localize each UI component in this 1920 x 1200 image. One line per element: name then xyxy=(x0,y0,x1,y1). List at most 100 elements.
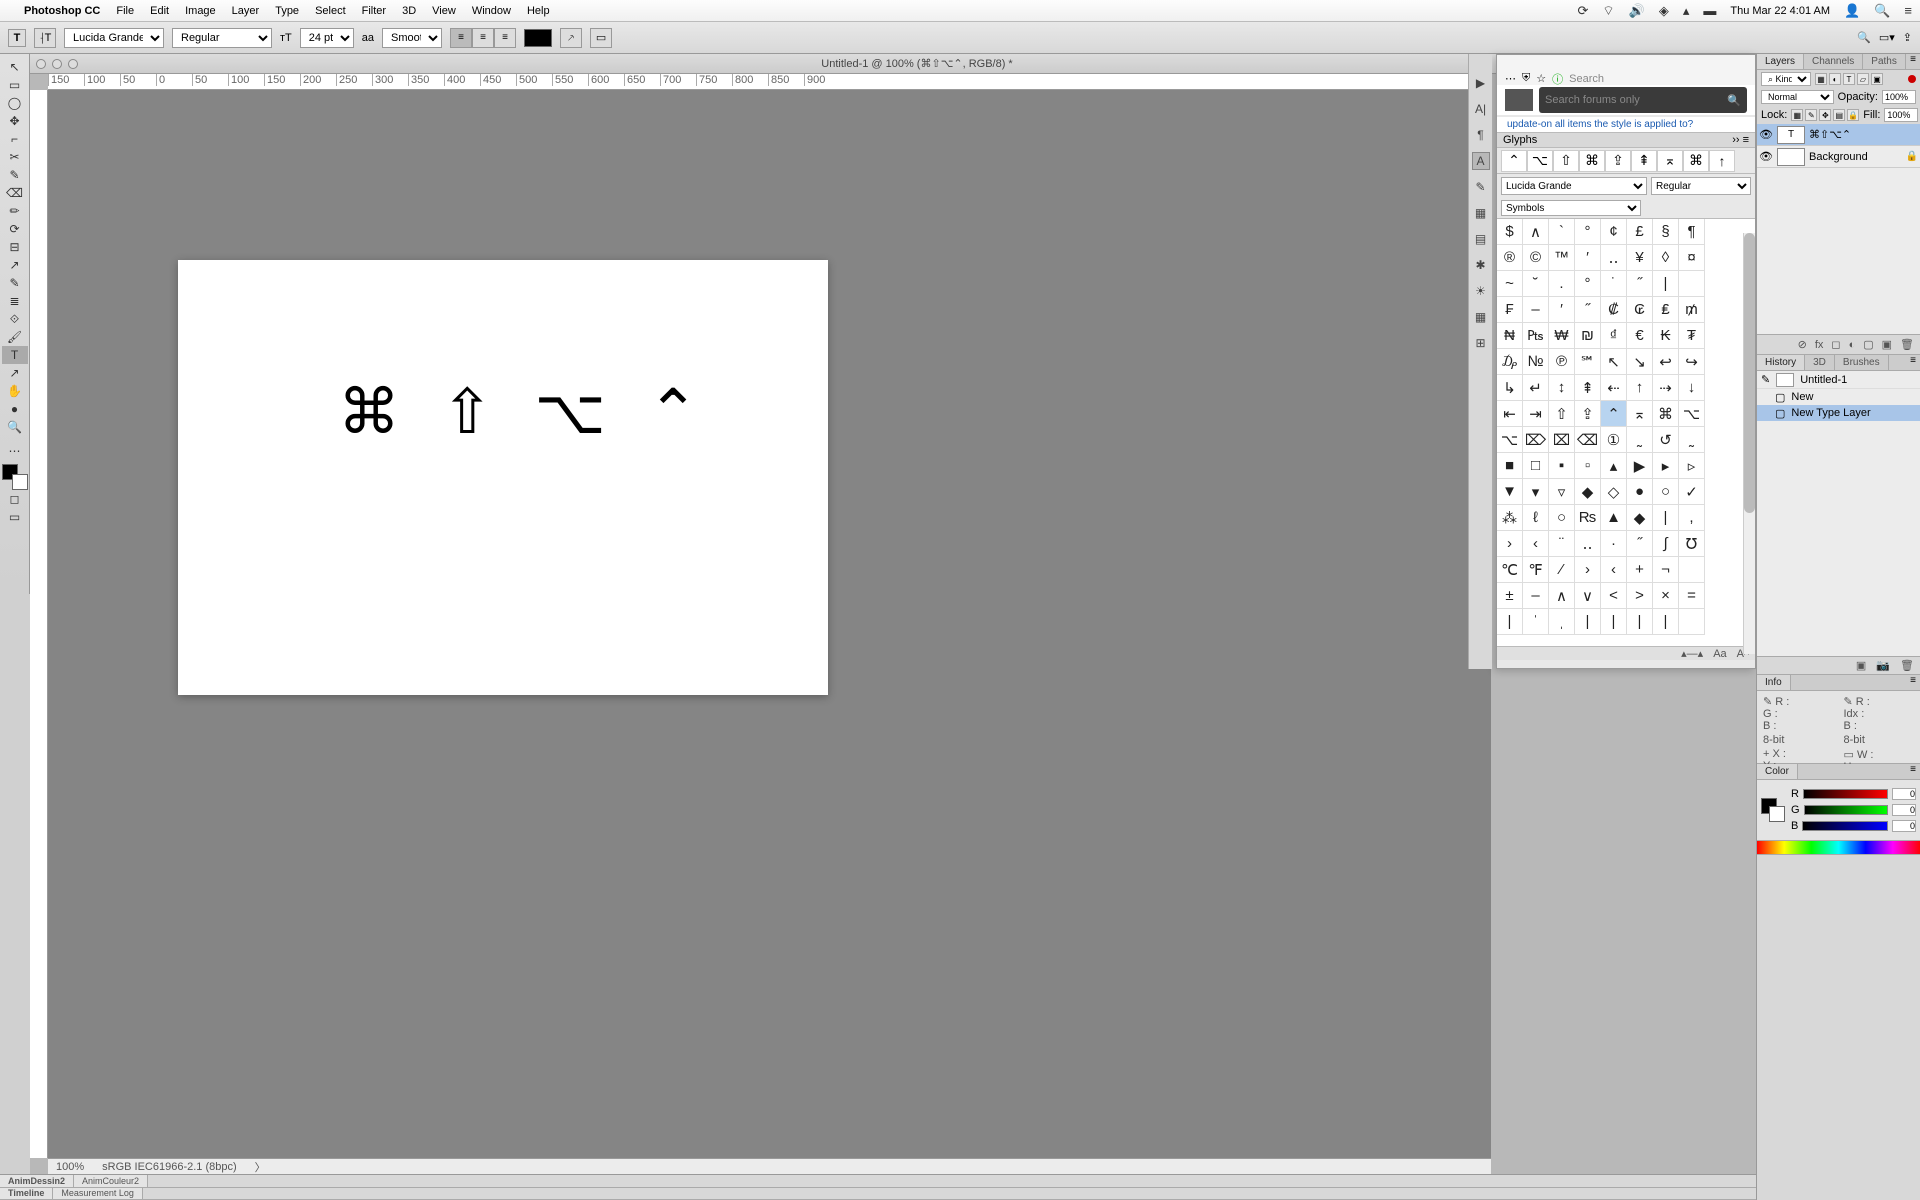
tab-timeline[interactable]: Timeline xyxy=(0,1188,53,1200)
tab-paths[interactable]: Paths xyxy=(1863,54,1906,69)
menu-window[interactable]: Window xyxy=(472,5,511,17)
glyph-cell[interactable]: ∨ xyxy=(1575,583,1601,609)
glyph-cell[interactable]: $ xyxy=(1497,219,1523,245)
glyph-cell[interactable]: € xyxy=(1627,323,1653,349)
glyph-style-select[interactable]: Regular xyxy=(1651,177,1751,195)
tab-history[interactable]: History xyxy=(1757,355,1805,370)
b-slider[interactable] xyxy=(1802,821,1888,831)
screen-mode[interactable]: ▭ xyxy=(2,508,28,526)
glyph-cell[interactable]: ₦ xyxy=(1497,323,1523,349)
glyph-cell[interactable]: ⇪ xyxy=(1575,401,1601,427)
glyph-cell[interactable]: ₧ xyxy=(1523,323,1549,349)
workspace-icon[interactable]: ▭▾ xyxy=(1879,31,1895,44)
quick-mask[interactable]: ◻ xyxy=(2,490,28,508)
glyph-cell[interactable]: ₯ xyxy=(1497,349,1523,375)
swatches-dock-icon[interactable]: ▦ xyxy=(1472,204,1490,222)
menu-type[interactable]: Type xyxy=(275,5,299,17)
glyph-cell[interactable]: | xyxy=(1653,609,1679,635)
glyph-cell[interactable]: □ xyxy=(1523,453,1549,479)
glyph-cell[interactable]: ¬ xyxy=(1653,557,1679,583)
glyph-cell[interactable]: ℧ xyxy=(1679,531,1705,557)
history-camera-icon[interactable]: ▣ xyxy=(1856,659,1866,672)
glyph-category-select[interactable]: Symbols xyxy=(1501,200,1641,216)
ruler-horizontal[interactable]: 1501005005010015020025030035040045050055… xyxy=(48,74,1491,90)
wifi-icon[interactable]: ⌔ xyxy=(1602,3,1614,19)
lock-pixel-icon[interactable]: ✎ xyxy=(1805,109,1817,121)
mask-icon[interactable]: ◻ xyxy=(1831,338,1840,351)
avatar-thumb[interactable] xyxy=(1505,89,1533,111)
filter-adjust-icon[interactable]: ◐ xyxy=(1829,73,1841,85)
canvas-viewport[interactable]: ⌘ ⇧ ⌥ ⌃ xyxy=(48,90,1491,1158)
forum-link[interactable]: update-on all items the style is applied… xyxy=(1497,117,1755,132)
lock-pos-icon[interactable]: ✥ xyxy=(1819,109,1831,121)
glyph-cell[interactable]: ∧ xyxy=(1523,219,1549,245)
glyph-cell[interactable]: ° xyxy=(1575,219,1601,245)
glyph-cell[interactable]: ↖ xyxy=(1601,349,1627,375)
character-icon[interactable]: A| xyxy=(1472,100,1490,118)
menu-view[interactable]: View xyxy=(432,5,456,17)
color-swatches[interactable] xyxy=(2,464,28,490)
r-slider[interactable] xyxy=(1803,789,1888,799)
glyph-cell[interactable]: ‥ xyxy=(1575,531,1601,557)
font-size-select[interactable]: 24 pt xyxy=(300,28,354,48)
scale-down-icon[interactable]: Aа xyxy=(1713,648,1726,660)
glyph-cell[interactable]: < xyxy=(1601,583,1627,609)
healing-tool[interactable]: ⌫ xyxy=(2,184,28,202)
glyph-cell[interactable]: ▴ xyxy=(1601,453,1627,479)
align-center-button[interactable]: ≡ xyxy=(472,28,494,48)
glyph-cell[interactable]: ⌥ xyxy=(1497,427,1523,453)
recent-glyph[interactable]: ⇪ xyxy=(1605,150,1631,172)
brush-tool[interactable]: ✏ xyxy=(2,202,28,220)
recent-glyph[interactable]: ⌘ xyxy=(1579,150,1605,172)
glyph-cell[interactable]: ˝ xyxy=(1627,271,1653,297)
glyph-cell[interactable]: ` xyxy=(1549,219,1575,245)
sync-icon[interactable]: ⟳ xyxy=(1578,3,1589,19)
spotlight-icon[interactable]: 🔍 xyxy=(1874,3,1890,19)
fill-input[interactable] xyxy=(1884,108,1918,122)
type-tool[interactable]: T xyxy=(2,346,28,364)
hand-tool[interactable]: ✋ xyxy=(2,382,28,400)
menu-layer[interactable]: Layer xyxy=(232,5,260,17)
lasso-tool[interactable]: ◯ xyxy=(2,94,28,112)
move-tool[interactable]: ↖ xyxy=(2,58,28,76)
glyph-cell[interactable] xyxy=(1679,271,1705,297)
glyph-cell[interactable]: ↩ xyxy=(1653,349,1679,375)
glyph-cell[interactable]: ⌅ xyxy=(1627,401,1653,427)
glyph-cell[interactable]: ₮ xyxy=(1679,323,1705,349)
glyph-cell[interactable]: ∫ xyxy=(1653,531,1679,557)
recent-glyph[interactable]: ⇧ xyxy=(1553,150,1579,172)
glyph-cell[interactable]: ◊ xyxy=(1653,245,1679,271)
glyph-cell[interactable]: ⌦ xyxy=(1523,427,1549,453)
layer-filter-select[interactable]: ⌕ Kind xyxy=(1761,72,1811,86)
glyph-cell[interactable]: № xyxy=(1523,349,1549,375)
new-layer-icon[interactable]: ▣ xyxy=(1882,338,1892,351)
info-menu-icon[interactable]: ≡ xyxy=(1906,675,1920,690)
link-layers-icon[interactable]: ⊘ xyxy=(1798,338,1807,351)
zoom-tool[interactable]: 🔍 xyxy=(2,418,28,436)
pen-tool[interactable]: 🖌 xyxy=(2,328,28,346)
crop-tool[interactable]: ⌐ xyxy=(2,130,28,148)
glyph-cell[interactable]: ▾ xyxy=(1523,479,1549,505)
glyph-cell[interactable]: ₢ xyxy=(1627,297,1653,323)
3d-dock-icon[interactable]: ▦ xyxy=(1472,308,1490,326)
glyph-cell[interactable]: ₩ xyxy=(1549,323,1575,349)
glyph-cell[interactable]: ™ xyxy=(1549,245,1575,271)
glyph-cell[interactable]: ℉ xyxy=(1523,557,1549,583)
glyph-cell[interactable]: ₣ xyxy=(1497,297,1523,323)
glyph-cell[interactable] xyxy=(1679,557,1705,583)
glyph-cell[interactable]: ℗ xyxy=(1549,349,1575,375)
glyph-cell[interactable]: ˝ xyxy=(1627,531,1653,557)
glyph-cell[interactable]: ▫ xyxy=(1575,453,1601,479)
glyph-cell[interactable]: ∧ xyxy=(1549,583,1575,609)
visibility-icon[interactable]: 👁 xyxy=(1759,128,1773,141)
app-name[interactable]: Photoshop CC xyxy=(24,5,100,17)
play-icon[interactable]: ▶ xyxy=(1472,74,1490,92)
glyph-cell[interactable]: ¤ xyxy=(1679,245,1705,271)
g-slider[interactable] xyxy=(1804,805,1888,815)
window-max-icon[interactable] xyxy=(68,59,78,69)
gradient-tool[interactable]: ✎ xyxy=(2,274,28,292)
glyph-cell[interactable]: ˈ xyxy=(1523,609,1549,635)
eraser-tool[interactable]: ↗ xyxy=(2,256,28,274)
glyph-cell[interactable]: | xyxy=(1627,609,1653,635)
glyph-cell[interactable]: ● xyxy=(1627,479,1653,505)
